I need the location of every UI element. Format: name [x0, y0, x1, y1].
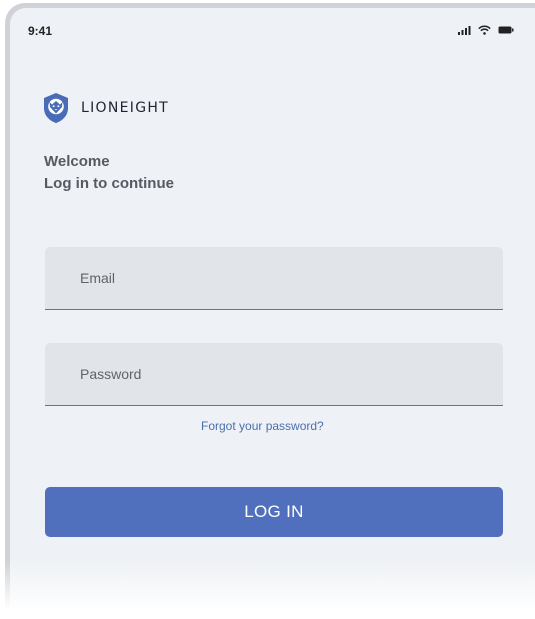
battery-icon [498, 26, 514, 34]
bottom-fade [0, 560, 535, 619]
signal-icon [458, 25, 471, 35]
status-icons [458, 25, 514, 35]
welcome-title: Welcome [44, 153, 110, 170]
forgot-password-link[interactable]: Forgot your password? [201, 419, 324, 433]
login-screen: 9:41 LIONEIGHT Welcome Log in to continu… [10, 8, 535, 619]
brand-name: LIONEIGHT [81, 100, 170, 116]
brand-logo: LIONEIGHT [43, 92, 169, 124]
status-bar: 9:41 [10, 8, 535, 48]
password-field[interactable]: Password [45, 343, 503, 406]
email-placeholder: Email [80, 270, 116, 286]
login-button-label: LOG IN [244, 502, 304, 521]
status-time: 9:41 [28, 24, 53, 38]
welcome-subtitle: Log in to continue [44, 175, 174, 192]
password-placeholder: Password [80, 366, 142, 382]
email-field[interactable]: Email [45, 247, 503, 310]
lion-shield-icon [44, 93, 68, 123]
wifi-icon [478, 25, 491, 35]
device-frame: 9:41 LIONEIGHT Welcome Log in to continu… [5, 3, 535, 619]
login-button[interactable]: LOG IN [45, 487, 503, 537]
